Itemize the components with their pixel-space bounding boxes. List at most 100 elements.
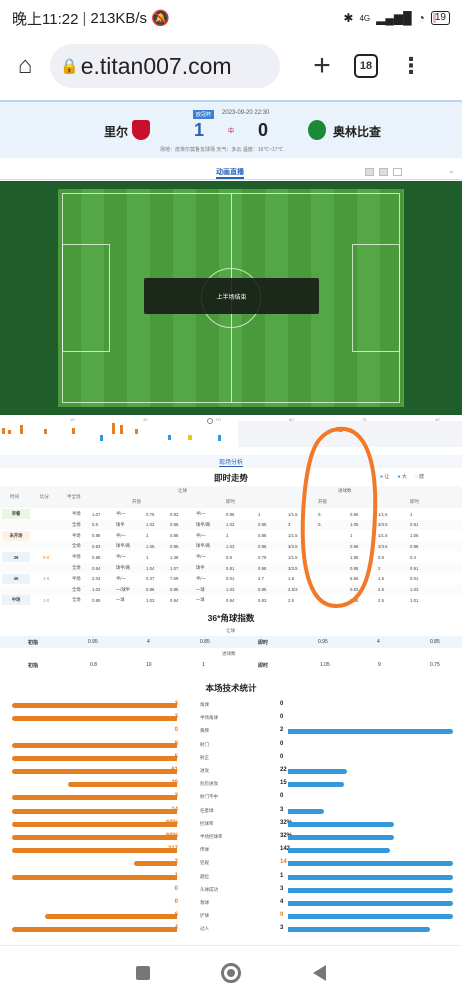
odds-cell: 1.07 bbox=[170, 565, 179, 571]
odds-cell: 0.88 bbox=[92, 554, 101, 560]
tab-analysis[interactable]: 现场分析 bbox=[219, 457, 244, 467]
tab-live-animation[interactable]: 动画直播 bbox=[216, 167, 244, 179]
odds-row-half: 半场 bbox=[72, 532, 81, 538]
odds-cell: 1 bbox=[146, 533, 149, 539]
analysis-tab-bar: 现场分析 bbox=[0, 455, 462, 468]
odds-row-half: 半场 bbox=[72, 511, 81, 516]
stat-row: 5 射正 0 bbox=[0, 752, 462, 764]
home-icon[interactable]: ⌂ bbox=[0, 52, 50, 80]
event-timeline: 15' 30' HT 60' 75' 90' bbox=[0, 415, 462, 451]
stat-home-bar bbox=[12, 927, 177, 933]
odds-cell: 1.06 bbox=[410, 533, 419, 539]
stat-home-value: 68% bbox=[165, 819, 178, 826]
odds-cell: 0.83 bbox=[258, 597, 267, 603]
view-toggle-2[interactable] bbox=[379, 168, 388, 176]
stat-name: 犯规 bbox=[200, 860, 209, 866]
odds-cell: 1.02 bbox=[92, 587, 101, 593]
odds-cell: 1.5 bbox=[288, 576, 294, 582]
odds-cell: 1.03 bbox=[226, 543, 235, 549]
odds-cell: 3/3.5 bbox=[288, 543, 298, 549]
stat-away-bar bbox=[288, 901, 453, 906]
odds-cell: 0.85 bbox=[92, 597, 101, 603]
stat-name: 危险进攻 bbox=[200, 781, 218, 787]
battery-icon: 19 bbox=[430, 11, 450, 25]
odds-cell: 1.5 bbox=[378, 576, 384, 582]
view-toggle-3[interactable] bbox=[393, 168, 402, 176]
wifi-icon: ◔ bbox=[417, 11, 425, 25]
more-menu-icon[interactable]: ⋮ bbox=[400, 53, 422, 79]
stat-home-bar bbox=[12, 795, 177, 801]
odds-cell: 1.07 bbox=[92, 511, 101, 517]
stat-away-value: 3 bbox=[280, 806, 284, 813]
odds-cell: 2.7 bbox=[258, 576, 264, 582]
odds-cell: 球半/两 bbox=[116, 543, 131, 549]
timeline-event bbox=[120, 425, 123, 434]
stat-name: 控球率 bbox=[200, 820, 214, 826]
status-bar: 晚上11:22 | 213KB/s 🔕 ✱ 4G ▂▄▆█ ◔ 19 bbox=[0, 0, 462, 36]
odds-row: 全场 1.02 一/球半 0.86 0.85 一球 1.03 0.85 2.5/3 0.83 2.5… bbox=[0, 584, 462, 595]
odds-legend: ● 让 ● 大 ○ 欧 bbox=[380, 473, 424, 480]
stat-row: 0 黄牌 2 bbox=[0, 725, 462, 737]
stat-name: 半场控球率 bbox=[200, 834, 223, 839]
odds-cell: 球半/两 bbox=[196, 521, 211, 527]
stat-home-bar bbox=[45, 914, 177, 920]
recent-apps-button[interactable] bbox=[135, 966, 150, 980]
timeline-event bbox=[2, 428, 5, 434]
tab-switcher-button[interactable]: 18 bbox=[354, 54, 378, 78]
home-button[interactable] bbox=[221, 963, 242, 983]
stat-row: 68% 半场控球率 32% bbox=[0, 831, 462, 843]
back-button[interactable] bbox=[313, 965, 327, 981]
odds-cell: 1.38 bbox=[170, 554, 179, 560]
stat-row: 3 角球 0 bbox=[0, 699, 462, 711]
stat-row: 68% 控球率 32% bbox=[0, 818, 462, 830]
odds-cell: 0.79 bbox=[258, 554, 267, 560]
odds-cell: 半/一 bbox=[196, 532, 206, 538]
match-status: 中 bbox=[228, 129, 235, 135]
legend-ou[interactable]: ● 大 bbox=[397, 473, 406, 480]
stat-name: 传球 bbox=[200, 847, 209, 853]
stat-home-bar bbox=[12, 835, 177, 840]
stat-away-bar bbox=[288, 927, 430, 933]
odds-cell: 0.85 bbox=[258, 587, 267, 593]
odds-cell: 半/一 bbox=[116, 532, 126, 538]
home-team-name[interactable]: 里尔 bbox=[104, 123, 128, 140]
stat-name: 铲球 bbox=[200, 913, 209, 919]
odds-row: 全场 0.83 球半/两 1.05 0.85 球半/两 1.03 0.86 3/3.5 0.98 3… bbox=[0, 541, 462, 552]
odds-cell: 1.03 bbox=[146, 597, 155, 603]
odds-cell: 0.94 bbox=[170, 597, 179, 603]
odds-cell: 0.6 bbox=[92, 522, 98, 528]
mute-icon: 🔕 bbox=[151, 10, 170, 27]
stat-away-bar bbox=[288, 874, 453, 880]
odds-cell: 0.81 bbox=[226, 565, 235, 571]
odds-cell: 半/一 bbox=[116, 554, 126, 560]
odds-cell: 0.95 bbox=[350, 565, 359, 571]
net-speed: 213KB/s bbox=[90, 9, 148, 27]
odds-cell: 一球 bbox=[116, 597, 125, 603]
odds-cell: 球半/两 bbox=[116, 565, 131, 570]
odds-row-half: 全场 bbox=[72, 521, 81, 527]
view-toggle-1[interactable] bbox=[365, 168, 374, 176]
odds-cell: 2.5 bbox=[378, 587, 384, 593]
stat-name: 救球 bbox=[200, 900, 209, 905]
legend-1x2[interactable]: ○ 欧 bbox=[415, 473, 424, 480]
chevron-down-icon[interactable]: ⌄ bbox=[448, 166, 455, 175]
odds-cell: 半/一 bbox=[196, 575, 206, 581]
odds-cell: 2.5/3 bbox=[288, 587, 298, 593]
odds-cell: 0.85 bbox=[170, 543, 179, 549]
url-bar[interactable]: 🔒 e.titan007.com bbox=[50, 44, 280, 88]
stat-home-bar bbox=[12, 821, 177, 827]
odds-row: 45 1-0 半场 2.04 半/一 0.37 7.69 半/一 0.01 2.7 1.5 6.66 1… bbox=[0, 573, 462, 584]
stat-row: 4 过人 3 bbox=[0, 923, 462, 935]
stat-home-value: 317 bbox=[167, 846, 178, 853]
stat-home-value: 0 bbox=[174, 727, 178, 734]
stat-home-bar bbox=[12, 742, 177, 748]
new-tab-button[interactable]: + bbox=[302, 49, 342, 83]
stat-row: 6 铲球 9 bbox=[0, 910, 462, 922]
odds-cell: 0.92 bbox=[170, 511, 179, 517]
away-team-name[interactable]: 奥林比查 bbox=[333, 123, 381, 140]
stat-name: 射门 bbox=[200, 741, 209, 747]
odds-cell: 0.96 bbox=[226, 511, 235, 517]
legend-ah[interactable]: ● 让 bbox=[380, 473, 389, 480]
competition-badge: 欧冠杯 bbox=[193, 110, 215, 119]
odds-row-label bbox=[2, 541, 30, 551]
